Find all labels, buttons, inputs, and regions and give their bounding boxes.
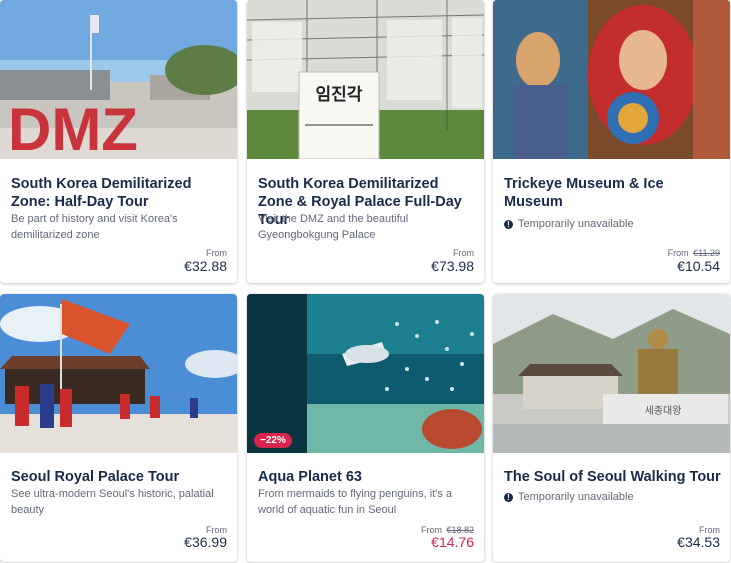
availability-status: ! Temporarily unavailable [504, 218, 722, 230]
activity-card-dmz-half-day[interactable]: DMZ South Korea Demilitarized Zone: Half… [0, 0, 237, 283]
card-image [247, 294, 484, 453]
card-image [0, 294, 237, 453]
price: €73.98 [431, 258, 474, 274]
card-title[interactable]: Trickeye Museum & Ice Museum [504, 175, 722, 211]
card-image: 세종대왕 [493, 294, 730, 453]
from-label: From [453, 248, 474, 258]
activity-card-dmz-royal-palace[interactable]: 임진각 South Korea Demilitarized Zone & Roy… [247, 0, 484, 283]
statue-plaque-text: 세종대왕 [645, 405, 682, 417]
dmz-sign-text: DMZ [8, 96, 138, 159]
activity-card-trickeye-museum[interactable]: Trickeye Museum & Ice Museum ! Temporari… [493, 0, 730, 283]
card-description: Be part of history and visit Korea's dem… [11, 213, 178, 241]
card-image: 임진각 [247, 0, 484, 159]
price: €34.53 [677, 534, 720, 550]
card-description: From mermaids to flying penguins, it's a… [258, 488, 453, 516]
from-label: From €11.29 [667, 248, 720, 258]
original-price: €11.29 [693, 248, 720, 258]
sign-text: 임진각 [316, 84, 363, 105]
card-image: DMZ [0, 0, 237, 159]
info-circle-icon: ! [504, 492, 513, 502]
from-label: From [206, 248, 227, 258]
card-title[interactable]: South Korea Demilitarized Zone: Half-Day… [11, 175, 229, 211]
card-title[interactable]: Seoul Royal Palace Tour [11, 468, 229, 486]
card-title[interactable]: The Soul of Seoul Walking Tour [504, 468, 722, 486]
discount-badge: −22% [254, 433, 292, 448]
activity-card-soul-of-seoul-walking-tour[interactable]: 세종대왕 The Soul of Seoul Walking Tour ! Te… [493, 294, 730, 562]
sale-price: €14.76 [431, 534, 474, 550]
activity-card-seoul-royal-palace[interactable]: Seoul Royal Palace Tour See ultra-modern… [0, 294, 237, 562]
info-circle-icon: ! [504, 219, 513, 229]
card-title[interactable]: Aqua Planet 63 [258, 468, 476, 486]
price: €36.99 [184, 534, 227, 550]
availability-status: ! Temporarily unavailable [504, 491, 722, 503]
price: €10.54 [677, 258, 720, 274]
card-image [493, 0, 730, 159]
card-description: See ultra-modern Seoul's historic, palat… [11, 488, 214, 516]
price: €32.88 [184, 258, 227, 274]
card-description: Visit the DMZ and the beautiful Gyeongbo… [258, 213, 409, 241]
activity-card-aqua-planet-63[interactable]: −22% Aqua Planet 63 From mermaids to fly… [247, 294, 484, 562]
